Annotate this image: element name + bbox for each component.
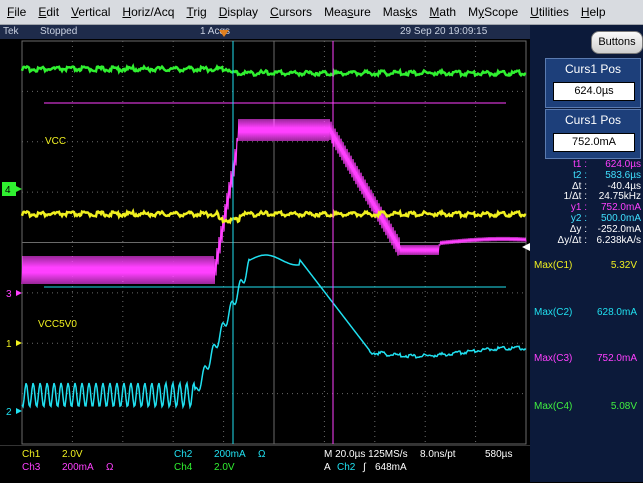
ch2-scale: 200mA [214,449,246,460]
ch4-label[interactable]: Ch4 [174,462,192,473]
readout-value: 500.0mA [600,213,641,224]
channel-info-bar: Ch1 2.0V Ch3 200mA Ω Ch2 200mA Ω Ch4 2.0… [0,445,530,483]
measurement-label: Max(C2) [534,307,573,318]
trigger-position-icon[interactable] [219,30,229,37]
ch2-marker[interactable]: 2 [6,407,12,418]
ch2-unit: Ω [258,449,266,460]
curs1-pos-time-field[interactable]: 624.0µs [553,82,635,101]
curs1-pos-amp-box[interactable]: Curs1 Pos 752.0mA [545,109,641,159]
waveform-display[interactable]: 4 3 1 2 VCC VCC5V0 [0,0,530,445]
readout-value: 583.6µs [605,169,641,181]
readout-value: 624.0µs [605,159,641,170]
readout-label: 1/Δt : [563,191,587,203]
ch4-marker[interactable]: 4 [5,185,11,196]
ch2-label[interactable]: Ch2 [174,449,192,460]
measurement-value: 628.0mA [596,307,637,318]
vcc-label: VCC [45,136,66,147]
curs1-pos-amp-field[interactable]: 752.0mA [553,133,635,152]
menu-utilities[interactable]: Utilities [523,0,574,24]
measurement-row[interactable]: Max(C2) 628.0mA [530,305,643,321]
readout-label: Δt : [571,180,587,192]
ch1-label[interactable]: Ch1 [22,449,40,460]
trigger-position: 580µs [485,449,513,460]
ch1-marker[interactable]: 1 [6,339,12,350]
ch3-label[interactable]: Ch3 [22,462,40,473]
curs1-pos-time-box[interactable]: Curs1 Pos 624.0µs [545,58,641,108]
measurement-row[interactable]: Max(C1) 5.32V [530,258,643,274]
trigger-level: 648mA [375,462,407,473]
readout-label: t2 : [573,169,587,181]
measurement-label: Max(C4) [534,401,573,412]
ch3-unit: Ω [106,462,114,473]
readout-value: -40.4µs [607,180,641,192]
ch3-marker[interactable]: 3 [6,289,12,300]
menu-help[interactable]: Help [574,0,611,24]
readout-value: -252.0mA [597,223,641,235]
readout-label: y2 : [570,213,587,224]
timebase[interactable]: M 20.0µs 125MS/s [324,449,408,460]
measurement-value: 5.08V [610,401,637,412]
measurement-value: 5.32V [610,260,637,271]
buttons-button[interactable]: Buttons [591,31,643,54]
readout-value: 752.0mA [600,202,641,214]
readout-value: 24.75kHz [598,191,641,203]
sample-interval: 8.0ns/pt [420,449,456,460]
readout-label: Δy : [569,223,587,235]
trigger-label[interactable]: A [324,462,331,473]
measurement-row[interactable]: Max(C3) 752.0mA [530,351,643,367]
ch4-scale: 2.0V [214,462,235,473]
ch3-scale: 200mA [62,462,94,473]
ch1-scale: 2.0V [62,449,83,460]
trigger-source: Ch2 [337,462,356,473]
measurement-value: 752.0mA [596,353,637,364]
measurement-row[interactable]: Max(C4) 5.08V [530,399,643,415]
measurement-label: Max(C1) [534,260,573,271]
vcc5v0-label: VCC5V0 [38,319,77,330]
curs1-pos-title: Curs1 Pos [564,62,622,76]
readout-label: t1 : [573,159,587,170]
readout-label: y1 : [570,202,587,214]
measurement-label: Max(C3) [534,353,573,364]
readout-value: 6.238kA/s [596,234,641,246]
trigger-slope-icon: ∫ [363,462,366,473]
readout-label: Δy/Δt : [557,234,587,246]
curs1-pos-title-2: Curs1 Pos [564,113,622,127]
